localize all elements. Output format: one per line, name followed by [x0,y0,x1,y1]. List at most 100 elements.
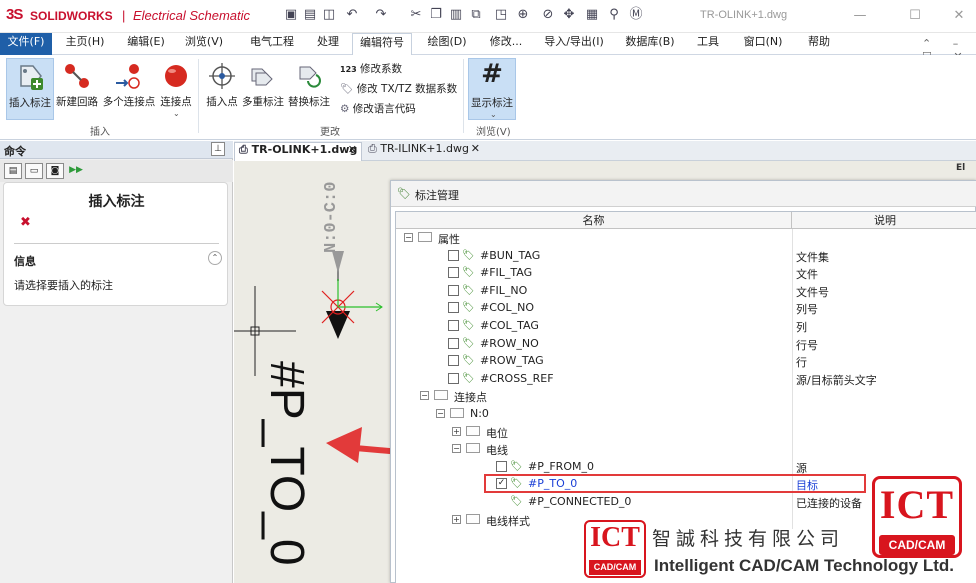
show-tags-label: 显示标注 [471,97,513,109]
tag-checkbox[interactable] [448,267,459,279]
modify-lang-button[interactable]: ⚙ 修改语言代码 [340,101,416,116]
annotation-arrow-head [326,427,362,463]
tag-checkbox[interactable] [448,355,459,367]
tab-properties-icon[interactable]: ▭ [25,163,43,179]
menu-item-13[interactable]: 帮助 [797,33,841,55]
tree-folder-row[interactable]: − 属性 [396,229,976,247]
dropdown-arrow-icon[interactable]: ⌄ [490,110,497,119]
cancel-icon[interactable]: ✖ [20,215,31,230]
tree-folder-row[interactable]: − N:0 [396,405,976,423]
menu-item-7[interactable]: 绘图(D) [420,33,474,55]
regen-icon[interactable]: ▦ [584,7,600,23]
tag-checkbox[interactable] [448,284,459,296]
collapse-toggle-icon[interactable]: − [404,233,413,242]
menu-item-5[interactable]: 处理 [308,33,348,55]
menu-item-1[interactable]: 主页(H) [58,33,112,55]
insert-tag-button[interactable]: 插入标注 [6,58,54,120]
tag-checkbox[interactable] [496,460,507,472]
dropdown-arrow-icon[interactable]: ⌄ [173,109,180,118]
tag-checkbox[interactable] [448,320,459,331]
tree-tag-row[interactable]: 🏷 #COL_NO 列号 [396,299,976,318]
tree-tag-row[interactable]: 🏷 #CROSS_REF 源/目标箭头文字 [396,369,976,388]
tree-tag-row[interactable]: 🏷 #BUN_TAG 文件集 [396,246,976,265]
cut-icon[interactable]: ✂ [408,7,424,23]
collapse-toggle-icon[interactable]: − [420,391,429,401]
open-icon[interactable]: ▣ [283,7,299,23]
menu-item-11[interactable]: 工具 [690,33,726,55]
close-button[interactable]: ✕ [944,6,974,26]
tree-tag-row[interactable]: 🏷 #P_FROM_0 源 [396,457,976,476]
expand-toggle-icon[interactable]: + [452,426,461,436]
minimize-button[interactable]: — [845,6,875,26]
ict-logo-small: ICT CAD/CAM [584,520,646,578]
tag-checkbox[interactable] [448,249,459,261]
tag-checkbox[interactable] [448,302,459,314]
column-header-description[interactable]: 说明 [792,212,976,229]
vertical-connection-label: N:0-C:0 [322,181,341,253]
zoom-window-icon[interactable]: ⊘ [540,7,556,23]
menu-item-2[interactable]: 编辑(E) [120,33,172,55]
show-tags-button[interactable]: # 显示标注 ⌄ [468,58,516,120]
undo-icon[interactable]: ↶ [344,7,360,23]
copy-icon[interactable]: ❐ [428,7,444,23]
tree-tag-row[interactable]: 🏷 #FIL_NO 文件号 [396,281,976,300]
modify-txtz-button[interactable]: 🏷 修改 TX/TZ 数据系数 [340,81,457,96]
collapse-toggle-icon[interactable]: − [436,409,445,418]
expand-toggle-icon[interactable]: + [452,514,461,524]
insert-point-button[interactable]: 插入点 [202,58,242,120]
copy-format-icon[interactable]: ◳ [493,7,509,23]
column-header-name[interactable]: 名称 [396,212,792,229]
tab-tr-ilink[interactable]: ⎙ TR-ILINK+1.dwg ✕ [364,142,484,161]
new-circuit-button[interactable]: 新建回路 [55,58,99,120]
tree-tag-row[interactable]: 🏷 #ROW_TAG 行 [396,352,976,371]
row-name: 电位 [486,426,508,440]
pan-icon[interactable]: ✥ [561,7,577,23]
replace-tag-button[interactable]: 替换标注 [286,58,332,120]
connection-point-button[interactable]: 连接点 ⌄ [158,58,194,120]
tree-tag-row[interactable]: 🏷 #ROW_NO 行号 [396,334,976,353]
collapse-icon[interactable]: ⌃ [208,251,222,265]
tab-list-icon[interactable]: ▤ [4,163,22,179]
close-tab-icon[interactable]: ✕ [471,142,480,155]
solidworks-logo: SOLIDWORKS [30,9,113,23]
menu-item-4[interactable]: 电气工程 [240,33,304,55]
tree-tag-row[interactable]: 🏷 #COL_TAG 列 [396,317,976,335]
menu-item-0[interactable]: 文件(F) [0,33,52,55]
column-divider [792,405,793,423]
pin-icon[interactable]: ⊥ [211,142,225,156]
tree-folder-row[interactable]: − 连接点 [396,387,976,406]
row-description: 文件 [796,268,818,282]
menu-item-8[interactable]: 修改... [481,33,531,55]
document-tabs: ⎙ TR-OLINK+1.dwg ✕ ⎙ TR-ILINK+1.dwg ✕ ◂ … [234,141,976,161]
modify-coeff-button[interactable]: 123 修改系数 [340,61,402,76]
help-icon[interactable]: Ⓜ [628,7,644,23]
collapse-toggle-icon[interactable]: − [452,444,461,454]
maximize-button[interactable]: ☐ [900,6,930,26]
close-tab-icon[interactable]: ✕ [348,143,357,156]
menu-item-9[interactable]: 导入/导出(I) [537,33,611,55]
save-icon[interactable]: ▤ [302,7,318,23]
zoom-icon[interactable]: ⊕ [515,7,531,23]
tab-tr-olink[interactable]: ⎙ TR-OLINK+1.dwg ✕ [234,142,362,161]
multi-points-button[interactable]: 多个连接点 [100,58,158,120]
multi-tag-button[interactable]: 多重标注 [241,58,285,120]
menu-item-3[interactable]: 浏览(V) [178,33,230,55]
paste-icon[interactable]: ▥ [448,7,464,23]
tag-checkbox[interactable] [448,337,459,349]
tree-tag-row[interactable]: 🏷 #FIL_TAG 文件 [396,264,976,283]
tree-folder-row[interactable]: + 电位 [396,422,976,441]
product-name: Electrical Schematic [133,8,251,23]
multi-tag-label: 多重标注 [242,96,284,108]
menu-item-12[interactable]: 窗口(N) [735,33,791,55]
tag-checkbox[interactable] [448,372,459,384]
copy-special-icon[interactable]: ⧉ [468,7,484,23]
menu-item-6[interactable]: 编辑符号 [352,33,412,56]
group-modify-label: 更改 [320,127,340,138]
menu-item-10[interactable]: 数据库(B) [617,33,683,55]
search-icon[interactable]: ⚲ [606,7,622,23]
tab-run-icon[interactable]: ▶▶ [67,163,85,179]
tab-camera-icon[interactable]: ◙ [46,163,64,179]
save-all-icon[interactable]: ◫ [321,7,337,23]
tree-folder-row[interactable]: − 电线 [396,440,976,459]
redo-icon[interactable]: ↷ [373,7,389,23]
